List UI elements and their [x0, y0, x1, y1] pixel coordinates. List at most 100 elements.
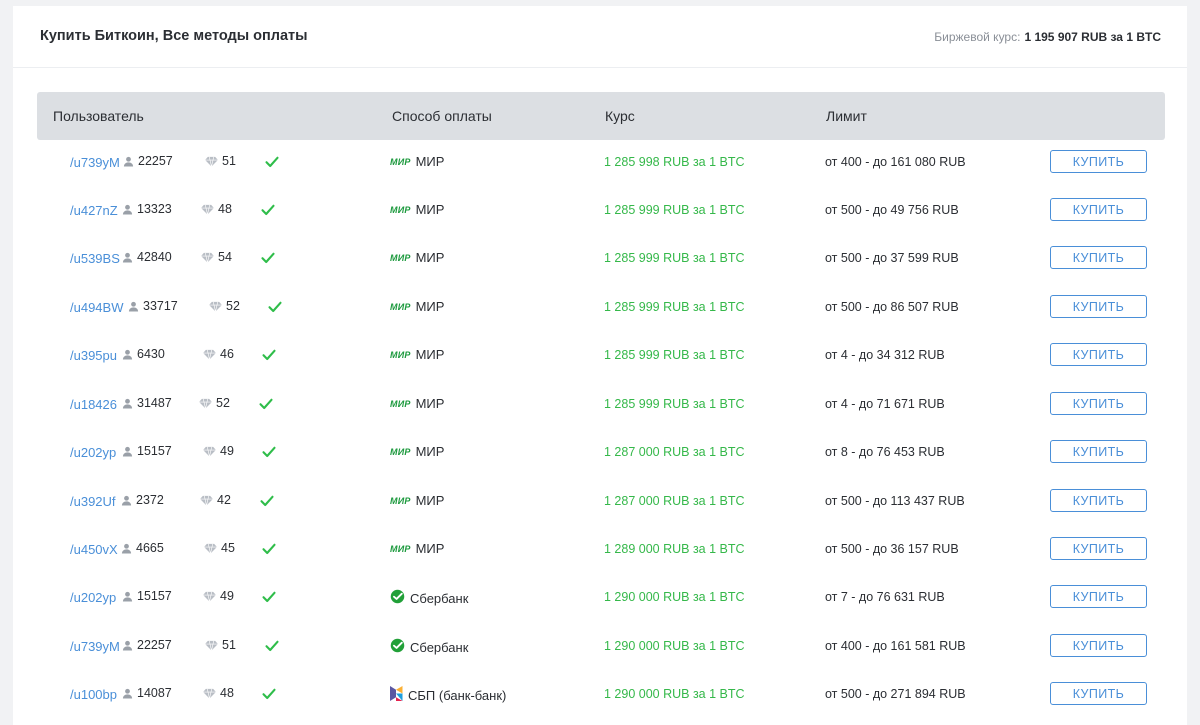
user-link[interactable]: /u739yM	[70, 639, 120, 654]
deals-count: 22257	[122, 638, 172, 652]
deals-count: 15157	[122, 444, 172, 458]
user-rating-value: 49	[220, 444, 234, 458]
table-row: /u739yM 22257 51 MИР МИР 1 285 998 RUB за 1 B…	[13, 140, 1187, 188]
user-link[interactable]: /u494BW	[70, 300, 123, 315]
deals-count-value: 33717	[143, 299, 178, 313]
user-rating: 51	[205, 154, 236, 168]
offer-rate: 1 289 000 RUB за 1 BTC	[604, 542, 745, 556]
user-link[interactable]: /u450vX	[70, 542, 118, 557]
user-rating-value: 52	[216, 396, 230, 410]
deals-count-value: 42840	[137, 250, 172, 264]
person-icon	[122, 398, 133, 409]
payment-method: MИР МИР	[390, 299, 444, 314]
offer-limit: от 500 - до 86 507 RUB	[825, 300, 959, 314]
buy-button[interactable]: КУПИТЬ	[1050, 585, 1147, 608]
verified-check-icon	[259, 397, 273, 415]
payment-method: СБП (банк-банк)	[390, 686, 506, 704]
person-icon	[122, 640, 133, 651]
offer-limit: от 500 - до 37 599 RUB	[825, 251, 959, 265]
user-link[interactable]: /u739yM	[70, 155, 120, 170]
deals-count-value: 14087	[137, 686, 172, 700]
user-rating: 42	[200, 493, 231, 507]
user-rating: 52	[209, 299, 240, 313]
user-link[interactable]: /u202yp	[70, 590, 116, 605]
deals-count: 4665	[121, 541, 164, 555]
person-icon	[122, 446, 133, 457]
offer-limit: от 4 - до 34 312 RUB	[825, 348, 945, 362]
deals-count-value: 6430	[137, 347, 165, 361]
mir-logo: MИР	[390, 543, 411, 554]
diamond-icon	[205, 156, 218, 167]
offer-rate: 1 285 998 RUB за 1 BTC	[604, 155, 745, 169]
deals-count-value: 2372	[136, 493, 164, 507]
user-link[interactable]: /u427nZ	[70, 203, 118, 218]
verified-check-icon	[261, 203, 275, 221]
offer-limit: от 500 - до 36 157 RUB	[825, 542, 959, 556]
payment-method: MИР МИР	[390, 347, 444, 362]
offer-limit: от 7 - до 76 631 RUB	[825, 590, 945, 604]
table-row: /u18426 31487 52 MИР МИР 1 285 999 RUB за 1 B…	[13, 382, 1187, 430]
offer-rate: 1 285 999 RUB за 1 BTC	[604, 203, 745, 217]
buy-button[interactable]: КУПИТЬ	[1050, 198, 1147, 221]
offer-rate: 1 290 000 RUB за 1 BTC	[604, 687, 745, 701]
deals-count-value: 31487	[137, 396, 172, 410]
exchange-rate-value: 1 195 907 RUB за 1 BTC	[1024, 30, 1161, 44]
table-row: /u392Uf 2372 42 MИР МИР 1 287 000 RUB за 1 BT…	[13, 479, 1187, 527]
buy-button[interactable]: КУПИТЬ	[1050, 295, 1147, 318]
person-icon	[123, 156, 134, 167]
user-link[interactable]: /u392Uf	[70, 494, 116, 509]
user-rating-value: 51	[222, 638, 236, 652]
user-rating: 46	[203, 347, 234, 361]
buy-button[interactable]: КУПИТЬ	[1050, 440, 1147, 463]
table-row: /u100bp 14087 48 СБП (банк-банк) 1 290 000 R…	[13, 672, 1187, 720]
offer-limit: от 400 - до 161 581 RUB	[825, 639, 966, 653]
mir-logo: MИР	[390, 204, 411, 215]
user-link[interactable]: /u539BS	[70, 251, 120, 266]
table-row: /u427nZ 13323 48 MИР МИР 1 285 999 RUB за 1 B…	[13, 188, 1187, 236]
diamond-icon	[201, 204, 214, 215]
verified-check-icon	[265, 639, 279, 657]
user-rating-value: 49	[220, 589, 234, 603]
user-rating-value: 52	[226, 299, 240, 313]
verified-check-icon	[265, 155, 279, 173]
user-rating-value: 42	[217, 493, 231, 507]
payment-method: MИР МИР	[390, 250, 444, 265]
verified-check-icon	[262, 590, 276, 608]
user-link[interactable]: /u18426	[70, 397, 117, 412]
offer-limit: от 4 - до 71 671 RUB	[825, 397, 945, 411]
offer-rate: 1 285 999 RUB за 1 BTC	[604, 251, 745, 265]
payment-method-label: МИР	[415, 250, 445, 265]
user-link[interactable]: /u202yp	[70, 445, 116, 460]
mir-logo: MИР	[390, 398, 411, 409]
table-row: /u494BW 33717 52 MИР МИР 1 285 999 RUB за 1 B…	[13, 285, 1187, 333]
deals-count: 31487	[122, 396, 172, 410]
buy-button[interactable]: КУПИТЬ	[1050, 682, 1147, 705]
deals-count-value: 15157	[137, 589, 172, 603]
user-rating: 48	[201, 202, 232, 216]
buy-button[interactable]: КУПИТЬ	[1050, 634, 1147, 657]
user-link[interactable]: /u100bp	[70, 687, 117, 702]
payment-method: MИР МИР	[390, 541, 444, 556]
payment-method: MИР МИР	[390, 493, 444, 508]
mir-logo: MИР	[390, 495, 411, 506]
table-row: /u539BS 42840 54 MИР МИР 1 285 999 RUB за 1 B…	[13, 236, 1187, 284]
diamond-icon	[203, 591, 216, 602]
offer-rate: 1 287 000 RUB за 1 BTC	[604, 445, 745, 459]
buy-button[interactable]: КУПИТЬ	[1050, 392, 1147, 415]
buy-button[interactable]: КУПИТЬ	[1050, 150, 1147, 173]
offer-rate: 1 287 000 RUB за 1 BTC	[604, 494, 745, 508]
buy-button[interactable]: КУПИТЬ	[1050, 343, 1147, 366]
offer-rate: 1 285 999 RUB за 1 BTC	[604, 348, 745, 362]
payment-method-label: МИР	[415, 299, 445, 314]
mir-logo: MИР	[390, 446, 411, 457]
payment-method-label: МИР	[415, 396, 445, 411]
verified-check-icon	[268, 300, 282, 318]
diamond-icon	[209, 301, 222, 312]
mir-logo: MИР	[390, 156, 411, 167]
user-link[interactable]: /u395pu	[70, 348, 117, 363]
buy-button[interactable]: КУПИТЬ	[1050, 537, 1147, 560]
user-rating: 54	[201, 250, 232, 264]
buy-button[interactable]: КУПИТЬ	[1050, 246, 1147, 269]
buy-button[interactable]: КУПИТЬ	[1050, 489, 1147, 512]
payment-method: MИР МИР	[390, 444, 444, 459]
